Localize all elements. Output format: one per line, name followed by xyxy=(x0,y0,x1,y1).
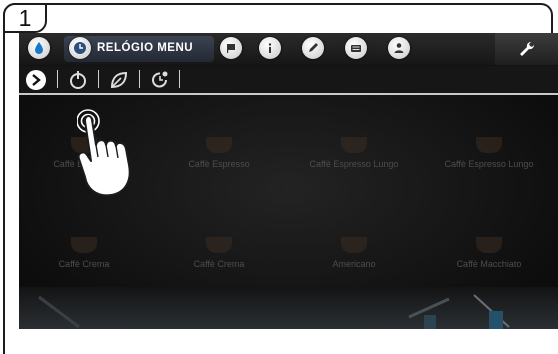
cup-icon xyxy=(206,237,232,253)
product-tile[interactable]: Caffè Espresso Lungo xyxy=(424,115,554,185)
separator xyxy=(179,70,180,88)
page-lower-blank xyxy=(19,329,558,354)
product-label: Caffè Espresso xyxy=(188,159,250,169)
separator xyxy=(98,70,99,88)
power-timer-icon[interactable] xyxy=(67,69,89,91)
menu-title: RELÓGIO MENU xyxy=(97,42,194,54)
separator xyxy=(139,70,140,88)
product-label: Caffè Espresso Lungo xyxy=(309,159,399,169)
info-icon[interactable] xyxy=(259,37,281,59)
timer-refresh-icon[interactable] xyxy=(149,69,171,91)
flag-icon[interactable] xyxy=(220,37,242,59)
settings-area[interactable] xyxy=(495,33,558,65)
clock-icon[interactable] xyxy=(69,37,91,59)
product-tile[interactable]: Caffè Crema xyxy=(154,215,284,285)
arrow-right-icon[interactable] xyxy=(25,69,47,91)
keyboard-icon[interactable] xyxy=(345,37,367,59)
product-tile[interactable]: Caffè Espresso Lungo xyxy=(289,115,419,185)
cup-icon xyxy=(476,237,502,253)
product-label: Caffè Crema xyxy=(193,259,245,269)
leaf-eco-icon[interactable] xyxy=(108,69,130,91)
product-tile[interactable]: Americano xyxy=(289,215,419,285)
wrench-icon[interactable] xyxy=(517,39,537,59)
separator xyxy=(57,70,58,88)
user-icon[interactable] xyxy=(388,37,410,59)
sub-toolbar xyxy=(19,66,558,95)
touch-screen: RELÓGIO MENU Caffè Caffè Espresso Caffè … xyxy=(19,33,558,329)
water-drop-icon[interactable] xyxy=(28,37,50,59)
pencil-icon[interactable] xyxy=(302,37,324,59)
product-tile[interactable]: Caffè Espresso xyxy=(154,115,284,185)
product-label: Caffè Macchiato xyxy=(456,259,522,269)
cup-icon xyxy=(341,137,367,153)
product-tile[interactable]: Caffè Crema xyxy=(19,215,149,285)
step-number-badge: 1 xyxy=(3,3,47,33)
cup-icon xyxy=(341,237,367,253)
cup-icon xyxy=(71,237,97,253)
cup-icon xyxy=(206,137,232,153)
product-label: Caffè Espresso Lungo xyxy=(444,159,534,169)
product-label: Caffè Crema xyxy=(58,259,110,269)
product-tile[interactable]: Caffè Macchiato xyxy=(424,215,554,285)
bottom-background-strip xyxy=(19,287,558,329)
top-toolbar: RELÓGIO MENU xyxy=(19,33,558,65)
product-label: Americano xyxy=(332,259,376,269)
pointing-hand-icon xyxy=(77,109,131,197)
cup-icon xyxy=(476,137,502,153)
